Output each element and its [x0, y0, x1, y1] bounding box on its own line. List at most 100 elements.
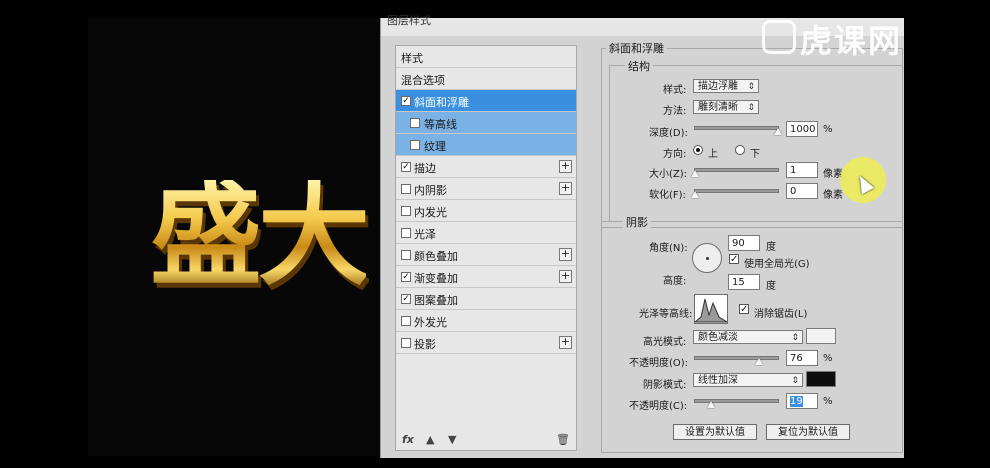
- shadow-opacity-label: 不透明度(C):: [629, 401, 688, 412]
- arrow-up-icon[interactable]: ▲: [426, 433, 434, 446]
- style-item-label: 光泽: [414, 228, 436, 241]
- style-item[interactable]: ✓ 描边 +: [396, 156, 576, 178]
- altitude-input[interactable]: 15: [728, 274, 760, 290]
- style-item-checkbox[interactable]: [401, 316, 411, 326]
- altitude-unit: 度: [766, 281, 776, 292]
- altitude-label: 高度:: [663, 276, 687, 287]
- soften-slider[interactable]: [691, 189, 779, 198]
- depth-input[interactable]: 1000: [786, 121, 818, 137]
- bevel-style-value: 描边浮雕: [698, 81, 738, 92]
- shadow-opacity-value: 19: [790, 396, 803, 407]
- style-item[interactable]: 内发光: [396, 200, 576, 222]
- style-item[interactable]: ✓ 斜面和浮雕: [396, 90, 576, 112]
- set-default-button[interactable]: 设置为默认值: [673, 424, 757, 440]
- style-item-label: 外发光: [414, 316, 447, 329]
- right-black-margin: [904, 0, 990, 468]
- shadow-mode-select[interactable]: 线性加深 ⇕: [693, 373, 803, 387]
- style-item[interactable]: 纹理: [396, 134, 576, 156]
- direction-down-radio[interactable]: [735, 145, 745, 155]
- style-item[interactable]: 外发光: [396, 310, 576, 332]
- gloss-contour-picker[interactable]: [693, 294, 729, 324]
- shadow-color-swatch[interactable]: [806, 371, 836, 387]
- highlight-opacity-input[interactable]: 76: [786, 350, 818, 366]
- style-item-checkbox[interactable]: [401, 184, 411, 194]
- add-effect-plus-icon[interactable]: +: [559, 182, 572, 195]
- highlight-opacity-slider[interactable]: [694, 356, 779, 365]
- size-slider-thumb[interactable]: [691, 170, 699, 177]
- add-effect-plus-icon[interactable]: +: [559, 336, 572, 349]
- style-item[interactable]: 样式: [396, 46, 576, 68]
- updown-icon: ⇕: [747, 82, 755, 92]
- add-effect-plus-icon[interactable]: +: [559, 248, 572, 261]
- angle-unit: 度: [766, 242, 776, 253]
- depth-slider-thumb[interactable]: [774, 128, 782, 135]
- technique-label: 方法:: [663, 106, 687, 117]
- size-input[interactable]: 1: [786, 162, 818, 178]
- style-item[interactable]: 等高线: [396, 112, 576, 134]
- updown-icon: ⇕: [747, 103, 755, 113]
- global-light-label: 使用全局光(G): [744, 259, 810, 270]
- style-item-checkbox[interactable]: ✓: [401, 96, 411, 106]
- shadow-opacity-unit: %: [823, 396, 833, 407]
- shadow-opacity-thumb[interactable]: [707, 401, 715, 408]
- style-item-label: 斜面和浮雕: [414, 96, 469, 109]
- antialias-label: 消除锯齿(L): [754, 309, 808, 320]
- soften-input[interactable]: 0: [786, 183, 818, 199]
- arrow-down-icon[interactable]: ▼: [448, 433, 456, 446]
- trash-icon[interactable]: 🗑: [556, 433, 570, 446]
- updown-icon: ⇕: [791, 376, 799, 386]
- size-slider[interactable]: [691, 168, 779, 177]
- shadow-opacity-slider[interactable]: [694, 399, 779, 408]
- style-item-checkbox[interactable]: [410, 118, 420, 128]
- style-item-checkbox[interactable]: ✓: [401, 272, 411, 282]
- soften-slider-thumb[interactable]: [691, 191, 699, 198]
- highlight-opacity-thumb[interactable]: [755, 358, 763, 365]
- highlight-mode-select[interactable]: 颜色减淡 ⇕: [693, 330, 803, 344]
- direction-up-radio[interactable]: [693, 145, 703, 155]
- fx-icon[interactable]: fx: [402, 433, 414, 446]
- shadow-mode-value: 线性加深: [698, 375, 738, 386]
- canvas-gold-text: 盛大: [150, 171, 370, 301]
- angle-input[interactable]: 90: [728, 235, 760, 251]
- style-item-checkbox[interactable]: [410, 140, 420, 150]
- highlight-opacity-label: 不透明度(O):: [629, 358, 689, 369]
- direction-label: 方向:: [663, 149, 687, 160]
- highlight-opacity-unit: %: [823, 353, 833, 364]
- style-item-checkbox[interactable]: [401, 338, 411, 348]
- style-item-label: 混合选项: [401, 74, 445, 87]
- style-item-label: 样式: [401, 52, 423, 65]
- technique-select[interactable]: 雕刻清晰 ⇕: [693, 100, 759, 114]
- angle-dial[interactable]: [692, 243, 722, 273]
- style-item-checkbox[interactable]: [401, 206, 411, 216]
- add-effect-plus-icon[interactable]: +: [559, 270, 572, 283]
- shadow-opacity-input[interactable]: 19: [786, 393, 818, 409]
- style-item[interactable]: 投影 +: [396, 332, 576, 354]
- technique-value: 雕刻清晰: [698, 102, 738, 113]
- style-item[interactable]: 颜色叠加 +: [396, 244, 576, 266]
- antialias-checkbox[interactable]: ✓: [739, 304, 749, 315]
- bevel-style-select[interactable]: 描边浮雕 ⇕: [693, 79, 759, 93]
- style-label: 样式:: [663, 85, 687, 96]
- style-item[interactable]: ✓ 图案叠加: [396, 288, 576, 310]
- global-light-checkbox[interactable]: ✓: [729, 254, 739, 265]
- style-item[interactable]: 内阴影 +: [396, 178, 576, 200]
- style-item-checkbox[interactable]: [401, 228, 411, 238]
- style-item-checkbox[interactable]: [401, 250, 411, 260]
- soften-unit: 像素: [823, 190, 843, 201]
- style-item-label: 投影: [414, 338, 436, 351]
- style-item[interactable]: 混合选项: [396, 68, 576, 90]
- add-effect-plus-icon[interactable]: +: [559, 160, 572, 173]
- style-item-label: 纹理: [424, 140, 446, 153]
- style-item[interactable]: ✓ 渐变叠加 +: [396, 266, 576, 288]
- angle-label: 角度(N):: [649, 243, 688, 254]
- direction-down-label: 下: [750, 149, 760, 160]
- style-item-checkbox[interactable]: ✓: [401, 162, 411, 172]
- reset-default-button[interactable]: 复位为默认值: [766, 424, 850, 440]
- watermark-text: 虎课网: [800, 22, 903, 60]
- depth-slider[interactable]: [694, 126, 782, 135]
- style-item[interactable]: 光泽: [396, 222, 576, 244]
- style-item-checkbox[interactable]: ✓: [401, 294, 411, 304]
- highlight-color-swatch[interactable]: [806, 328, 836, 344]
- structure-title: 结构: [625, 58, 653, 74]
- size-label: 大小(Z):: [649, 169, 688, 180]
